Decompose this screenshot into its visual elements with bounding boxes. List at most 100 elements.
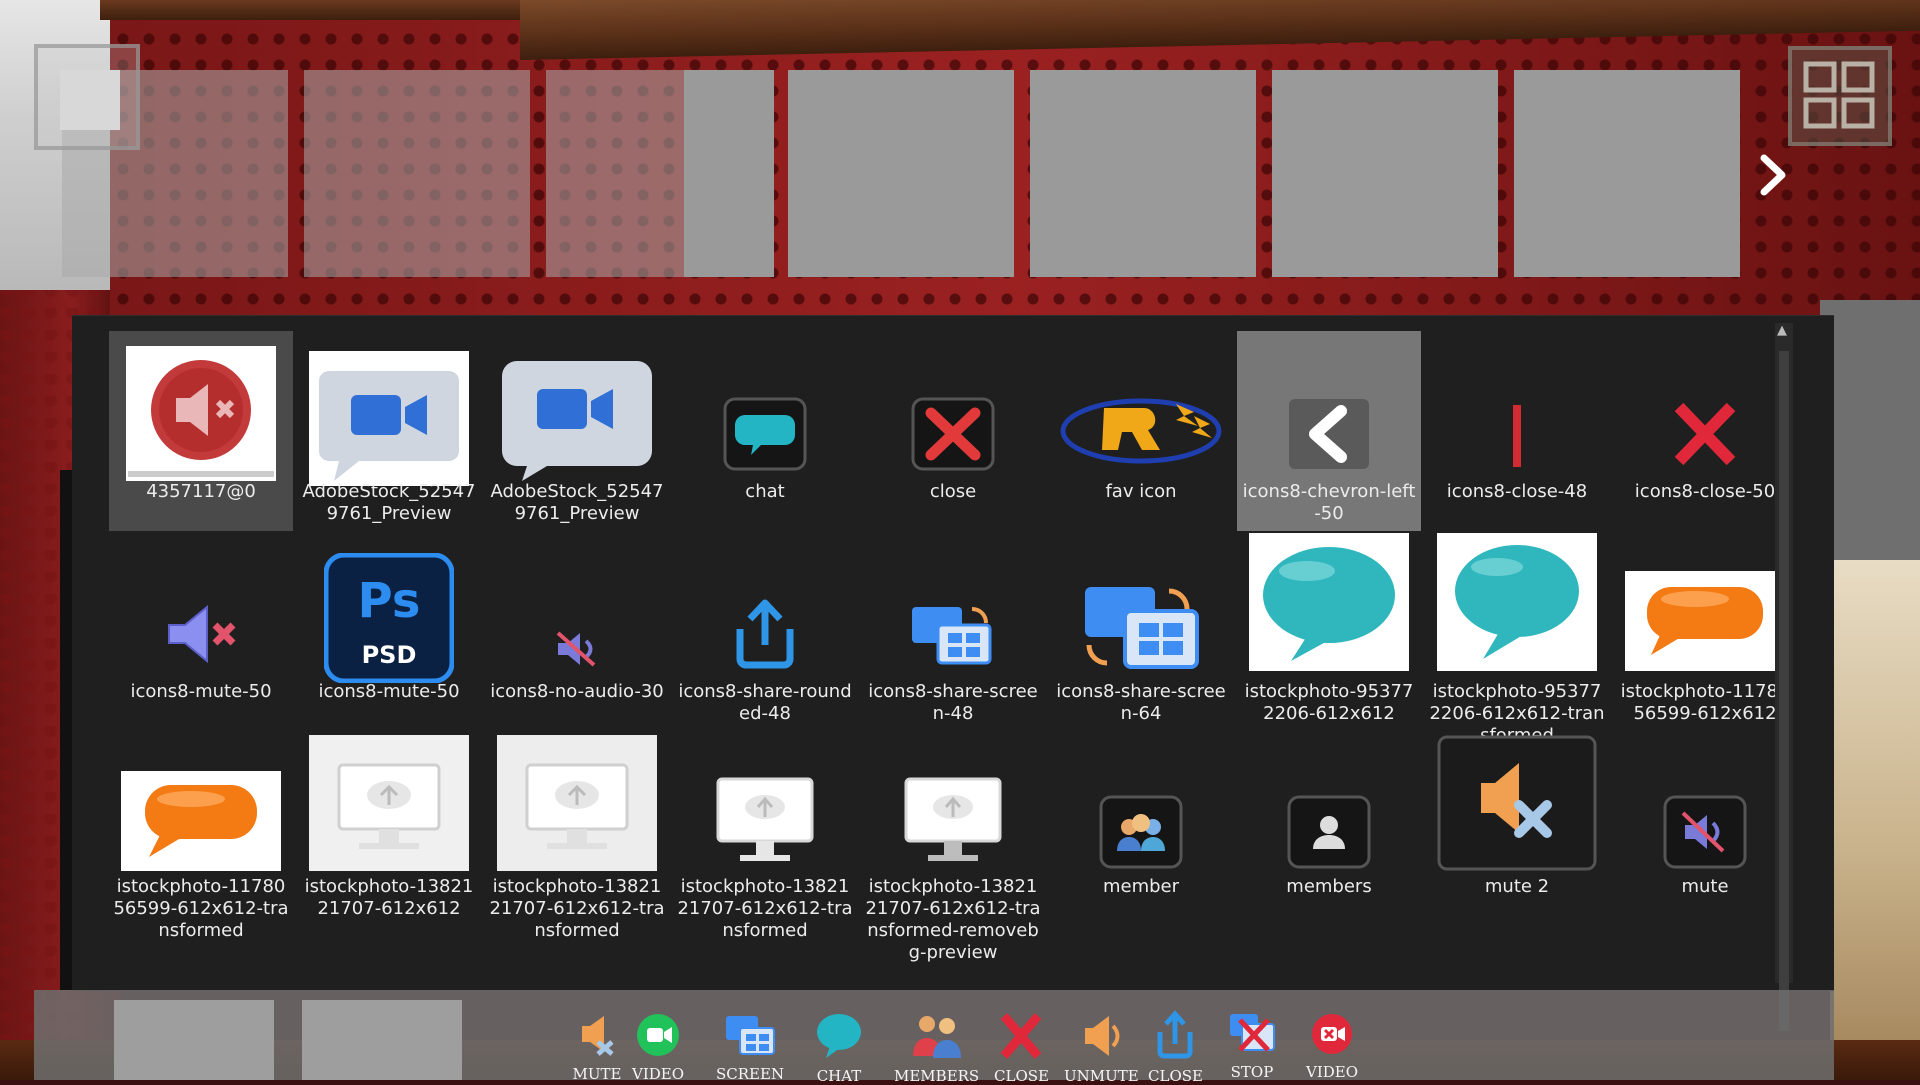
close-share-button[interactable]: CLOSE (1148, 1010, 1203, 1084)
file-label: mute (1681, 876, 1729, 897)
unmute-button[interactable]: UNMUTE (1064, 1010, 1139, 1084)
close-label: CLOSE (994, 1067, 1049, 1085)
mute-icon (582, 1016, 614, 1056)
file-item[interactable]: icons8-mute-50 (109, 531, 293, 731)
psd-icon: Ps PSD (297, 553, 481, 683)
file-label: chat (745, 481, 785, 502)
file-label: istockphoto-953772206-612x612 (1244, 681, 1414, 724)
file-item[interactable]: AdobeStock_525479761_Preview (485, 331, 669, 531)
file-label: istockphoto-1382121707-612x612-transform… (489, 876, 665, 941)
scroll-thumb[interactable] (1779, 351, 1789, 1031)
chevron-right-icon[interactable] (1752, 150, 1796, 200)
file-item[interactable]: icons8-close-48 (1425, 331, 1609, 531)
file-item[interactable]: icons8-share-screen-64 (1049, 531, 1233, 731)
participant-tile[interactable] (788, 70, 1014, 277)
file-label: istockphoto-1382121707-612x612 (304, 876, 474, 919)
file-item[interactable]: icons8-close-50 (1613, 331, 1797, 531)
file-label: 4357117@0 (146, 481, 256, 502)
close-x-icon (1613, 391, 1797, 471)
scroll-up-icon[interactable]: ▲ (1777, 323, 1787, 338)
participant-tile[interactable] (304, 70, 530, 277)
cloud-monitor-icon (297, 731, 481, 871)
chat-icon (673, 391, 857, 471)
file-item[interactable]: chat (673, 331, 857, 531)
file-item[interactable]: AdobeStock_525479761_Preview (297, 331, 481, 531)
participant-strip (0, 0, 1920, 290)
chat-label: CHAT (816, 1067, 862, 1085)
close-icon (861, 391, 1045, 471)
file-item[interactable]: 4357117@0 (109, 331, 293, 531)
unmute-icon (1085, 1016, 1120, 1056)
video-on-icon (637, 1014, 680, 1056)
file-item[interactable]: icons8-no-audio-30 (485, 531, 669, 731)
file-item[interactable]: close (861, 331, 1045, 531)
mute-button[interactable]: MUTE (572, 1010, 622, 1082)
file-item[interactable]: icons8-share-rounded-48 (673, 531, 857, 731)
file-item[interactable]: member (1049, 753, 1233, 953)
share-icon (1157, 1010, 1193, 1059)
close-icon (1001, 1013, 1042, 1059)
members-button[interactable]: MEMBERS (894, 1010, 979, 1084)
participant-tile[interactable] (1514, 70, 1740, 277)
cloud-monitor-icon (673, 743, 857, 871)
mute-icon (109, 591, 293, 671)
file-item[interactable]: istockphoto-953772206-612x612-transforme… (1425, 531, 1609, 746)
stop-share-button[interactable]: STOP (1226, 1010, 1278, 1080)
stop-share-icon (1230, 1014, 1275, 1052)
file-label: icons8-close-48 (1446, 481, 1588, 502)
chevron-left-icon (1237, 391, 1421, 471)
orange-bubble-icon (109, 771, 293, 871)
file-item[interactable]: mute 2 (1425, 735, 1609, 953)
participant-tile (302, 1000, 462, 1080)
mute2-icon (1425, 735, 1609, 871)
cloud-monitor-icon (485, 731, 669, 871)
file-item[interactable]: istockphoto-1178056599-612x612 (1613, 531, 1797, 731)
teal-bubble-icon (1237, 525, 1421, 671)
file-item[interactable]: istockphoto-1382121707-612x612-transform… (861, 753, 1045, 963)
file-label: istockphoto-1178056599-612x612-transform… (113, 876, 289, 941)
mute-speaker-icon (109, 341, 293, 481)
self-view-square (60, 70, 120, 130)
video2-label: VIDEO (1306, 1063, 1359, 1081)
file-item[interactable]: istockphoto-1382121707-612x612-transform… (673, 753, 857, 953)
chat-button[interactable]: CHAT (814, 1010, 864, 1084)
participant-tile[interactable] (1030, 70, 1256, 277)
mute-icon (1613, 789, 1797, 869)
screen-share-button[interactable]: SCREEN (716, 1010, 784, 1082)
members-icon (1237, 789, 1421, 869)
file-item[interactable]: icons8-share-screen-48 (861, 531, 1045, 731)
grid-layout-button[interactable] (1788, 46, 1892, 146)
cloud-monitor-icon (861, 743, 1045, 871)
no-audio-icon (485, 621, 669, 671)
orange-bubble-icon (1613, 571, 1797, 671)
video-bubble-icon (297, 351, 481, 486)
video-off-button[interactable]: VIDEO (1306, 1010, 1358, 1080)
video-button[interactable]: VIDEO (632, 1010, 684, 1082)
picker-scrollbar[interactable]: ▲ (1775, 323, 1793, 1031)
file-item[interactable]: icons8-chevron-left-50 (1237, 331, 1421, 531)
members-label: MEMBERS (894, 1067, 980, 1085)
participant-tile-overlap (684, 70, 774, 277)
file-item[interactable]: fav icon (1049, 331, 1233, 531)
participant-tile[interactable] (1272, 70, 1498, 277)
close-button[interactable]: CLOSE (994, 1010, 1049, 1084)
file-label: icons8-share-screen-48 (868, 681, 1038, 724)
file-item[interactable]: members (1237, 753, 1421, 953)
svg-text:Ps: Ps (358, 573, 421, 629)
file-label: istockphoto-1178056599-612x612 (1620, 681, 1790, 724)
file-label: icons8-close-50 (1634, 481, 1776, 502)
window-right (1830, 560, 1920, 1040)
svg-text:PSD: PSD (362, 641, 417, 669)
share-screen-icon (726, 1016, 776, 1055)
teal-bubble-icon (1425, 525, 1609, 671)
file-label: close (929, 481, 977, 502)
file-item[interactable]: Ps PSD icons8-mute-50 (297, 531, 481, 731)
file-item[interactable]: istockphoto-1382121707-612x612-transform… (485, 735, 669, 953)
file-label: icons8-mute-50 (130, 681, 272, 702)
close2-label: CLOSE (1148, 1067, 1203, 1085)
self-view-box[interactable] (34, 44, 140, 150)
file-item[interactable]: istockphoto-1178056599-612x612-transform… (109, 753, 293, 953)
file-item[interactable]: istockphoto-953772206-612x612 (1237, 531, 1421, 731)
file-item[interactable]: istockphoto-1382121707-612x612 (297, 735, 481, 953)
file-item[interactable]: mute (1613, 753, 1797, 953)
